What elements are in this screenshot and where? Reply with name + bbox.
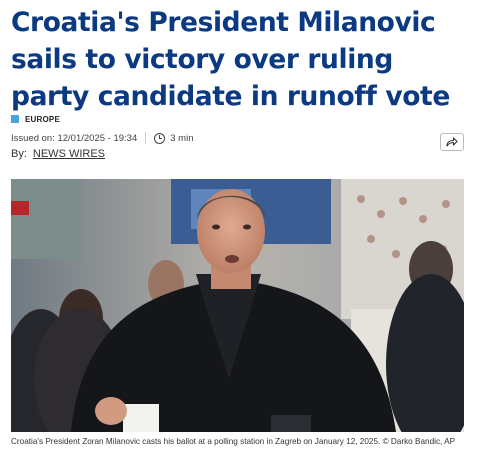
article-meta: Issued on: 12/01/2025 - 19:34 3 min <box>11 132 193 144</box>
author-link[interactable]: NEWS WIRES <box>33 148 105 160</box>
article-photo <box>11 179 464 432</box>
category-label: EUROPE <box>25 114 60 124</box>
issued-date: Issued on: 12/01/2025 - 19:34 <box>11 132 138 144</box>
category-tag[interactable]: EUROPE <box>11 114 60 124</box>
clock-icon <box>154 132 166 144</box>
caption-text: Croatia's President Zoran Milanovic cast… <box>11 437 381 446</box>
read-time: 3 min <box>170 132 194 144</box>
byline: By: NEWS WIRES <box>11 148 105 160</box>
share-icon <box>446 137 458 147</box>
byline-label: By: <box>11 148 27 160</box>
photo-credit: © Darko Bandic, AP <box>382 437 456 446</box>
meta-divider <box>145 132 147 144</box>
photo-caption: Croatia's President Zoran Milanovic cast… <box>11 437 473 446</box>
share-button[interactable] <box>440 133 464 151</box>
photo-illustration <box>11 179 464 432</box>
category-marker <box>11 115 19 123</box>
article-headline: Croatia's President Milanovic sails to v… <box>11 7 450 112</box>
